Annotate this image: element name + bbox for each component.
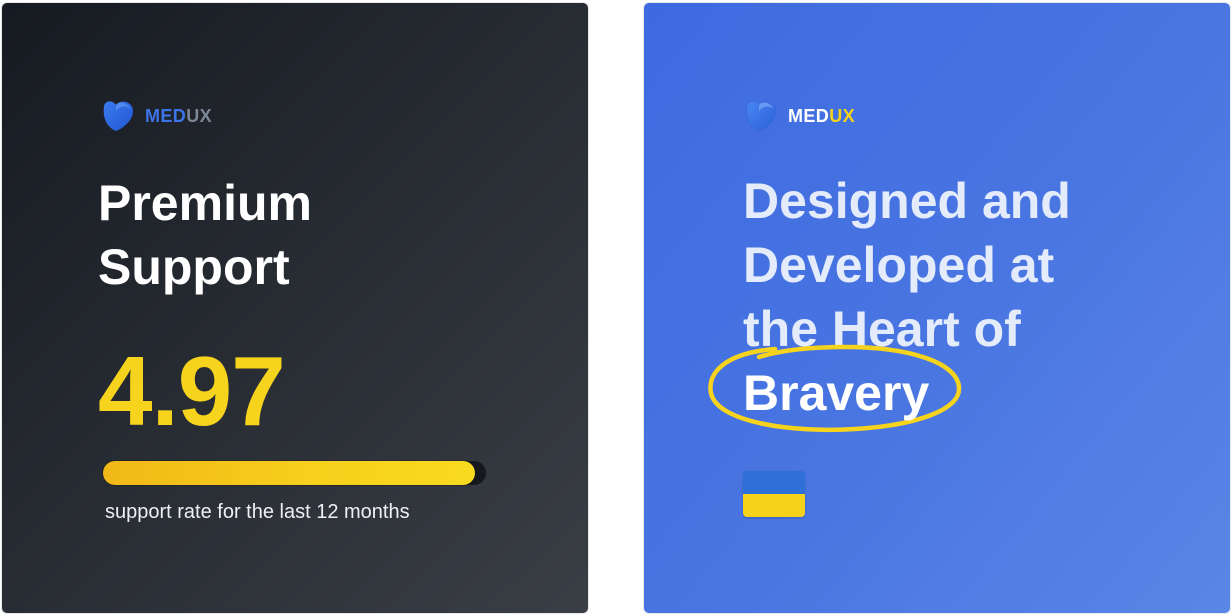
logo-wordmark: MEDUX xyxy=(788,106,856,126)
title-line: Developed at xyxy=(743,237,1055,293)
title-highlight-line: Bravery xyxy=(708,344,1071,433)
card-title: Premium Support xyxy=(98,171,312,299)
logo-wordmark: MEDUX xyxy=(145,106,213,126)
rating-progress-fill xyxy=(103,461,475,485)
title-line: Premium xyxy=(98,175,312,231)
flag-yellow-stripe xyxy=(743,494,805,517)
card-title: Designed and Developed at the Heart of B… xyxy=(708,169,1071,433)
flag-blue-stripe xyxy=(743,471,805,494)
premium-support-card: MEDUX Premium Support 4.97 support rate … xyxy=(1,2,589,614)
medux-logo: MEDUX xyxy=(100,99,212,133)
rating-caption: support rate for the last 12 months xyxy=(105,501,410,523)
ukraine-flag-icon xyxy=(743,471,805,517)
heart-logo-icon xyxy=(746,101,777,132)
highlight-text: Bravery xyxy=(743,365,930,421)
ukraine-card: MEDUX Designed and Developed at the Hear… xyxy=(643,2,1231,614)
medux-logo: MEDUX xyxy=(743,99,855,133)
support-rating-value: 4.97 xyxy=(98,336,286,446)
rating-progress-bar xyxy=(103,461,486,485)
highlighted-word: Bravery xyxy=(708,344,1071,433)
title-line: Support xyxy=(98,239,290,295)
title-line: Designed and xyxy=(743,173,1071,229)
heart-logo-icon xyxy=(103,101,133,131)
